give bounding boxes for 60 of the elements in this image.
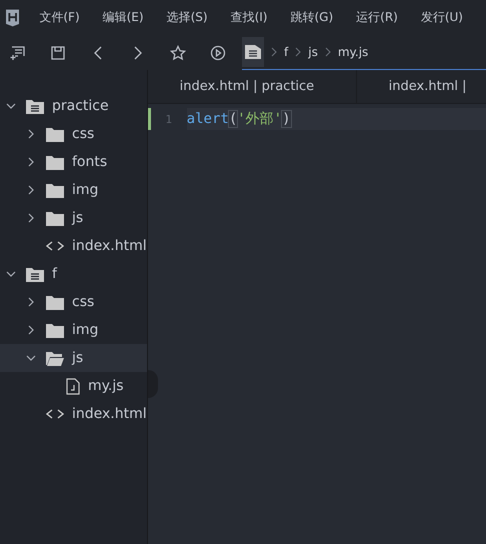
code-icon	[46, 408, 64, 420]
menu-item[interactable]: 发行(U)	[420, 9, 463, 26]
chevron-right-icon	[294, 47, 302, 57]
project-icon	[26, 98, 44, 114]
tree-item[interactable]: my.js	[0, 372, 147, 400]
code-token: )	[282, 111, 291, 127]
tree-item[interactable]: js	[0, 344, 147, 372]
chevron-right-icon[interactable]	[26, 325, 36, 335]
editor-tab[interactable]: index.html |	[356, 70, 486, 103]
tree-item[interactable]: f	[0, 260, 147, 288]
code-icon	[46, 240, 64, 252]
open-folder-icon	[46, 350, 64, 366]
folder-icon	[46, 126, 64, 142]
menu-item[interactable]: 运行(R)	[356, 9, 398, 26]
menu-item[interactable]: 选择(S)	[166, 9, 208, 26]
app-logo[interactable]	[6, 8, 20, 28]
star-icon[interactable]	[170, 44, 186, 60]
document-icon	[245, 45, 261, 59]
tree-item[interactable]: css	[0, 120, 147, 148]
breadcrumb-item[interactable]: f	[284, 45, 288, 59]
new-file-icon[interactable]	[10, 44, 26, 60]
menu-item[interactable]: 文件(F)	[39, 9, 80, 26]
tree-item[interactable]: index.html	[0, 232, 147, 260]
folder-icon	[46, 154, 64, 170]
menu-item[interactable]: 编辑(E)	[102, 9, 144, 26]
chevron-right-icon	[324, 47, 332, 57]
code-token: (	[228, 111, 238, 127]
code-token: alert	[186, 111, 229, 127]
file-icon	[66, 378, 80, 394]
chevron-right-icon[interactable]	[26, 213, 36, 223]
play-icon[interactable]	[210, 44, 226, 60]
tree-item[interactable]: practice	[0, 92, 147, 120]
tree-item[interactable]: img	[0, 316, 147, 344]
collapse-handle[interactable]	[148, 370, 158, 398]
editor-tab[interactable]: index.html | practice	[148, 70, 357, 103]
project-icon	[26, 266, 44, 282]
save-icon[interactable]	[50, 44, 66, 60]
tree-item[interactable]: css	[0, 288, 147, 316]
breadcrumb-item[interactable]: js	[308, 45, 318, 59]
breadcrumb-item[interactable]: my.js	[338, 45, 368, 59]
chevron-right-icon[interactable]	[26, 129, 36, 139]
chevron-down-icon[interactable]	[6, 101, 16, 111]
folder-icon	[46, 294, 64, 310]
folder-icon	[46, 210, 64, 226]
menu-item[interactable]: 查找(I)	[230, 9, 268, 26]
chevron-right-icon[interactable]	[26, 185, 36, 195]
line-number: 1	[164, 112, 173, 126]
tree-item[interactable]: js	[0, 204, 147, 232]
folder-icon	[46, 322, 64, 338]
menu-item[interactable]: 跳转(G)	[290, 9, 334, 26]
code-token: '外部'	[237, 110, 282, 128]
tree-item[interactable]: img	[0, 176, 147, 204]
chevron-down-icon[interactable]	[26, 353, 36, 363]
chevron-right-icon[interactable]	[26, 297, 36, 307]
tree-item[interactable]: fonts	[0, 148, 147, 176]
chevron-right-icon[interactable]	[26, 157, 36, 167]
chevron-down-icon[interactable]	[6, 269, 16, 279]
chevron-right-icon	[270, 47, 278, 57]
tree-item[interactable]: index.html	[0, 400, 147, 428]
folder-icon	[46, 182, 64, 198]
